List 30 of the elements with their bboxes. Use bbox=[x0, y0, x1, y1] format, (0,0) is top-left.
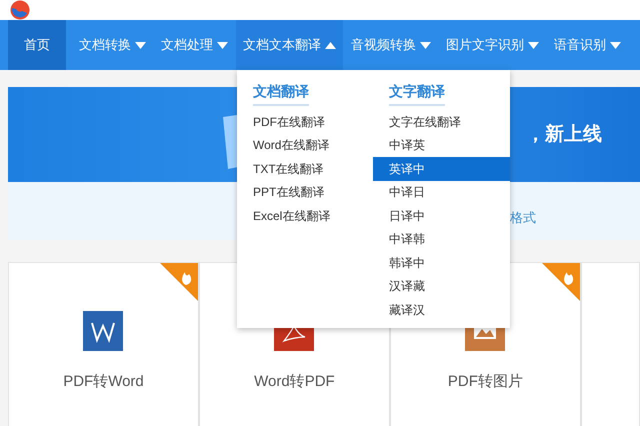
nav-tab[interactable]: 文档文本翻译 bbox=[236, 20, 343, 70]
nav-tab[interactable]: 首页 bbox=[8, 20, 66, 70]
nav-tab[interactable]: 文档转换 bbox=[72, 20, 153, 70]
menu-item[interactable]: PPT在线翻译 bbox=[253, 180, 373, 204]
menu-item[interactable]: 中译英 bbox=[373, 134, 510, 157]
card-title: PDF转图片 bbox=[448, 372, 523, 392]
tool-card[interactable]: PDF转Word bbox=[8, 262, 199, 426]
menu-item[interactable]: Excel在线翻译 bbox=[253, 204, 373, 228]
nav-tab[interactable]: 图片文字识别 bbox=[439, 20, 546, 70]
menu-item[interactable]: 中译日 bbox=[373, 180, 510, 204]
card-title: PDF转Word bbox=[63, 372, 144, 392]
card-title: Word转PDF bbox=[254, 372, 335, 392]
tool-card[interactable] bbox=[580, 262, 640, 426]
menu-item[interactable]: Word在线翻译 bbox=[253, 134, 373, 157]
word-icon bbox=[83, 311, 124, 351]
hot-badge-icon bbox=[160, 263, 198, 301]
menu-item[interactable]: 日译中 bbox=[373, 204, 510, 228]
nav-tab[interactable]: 音视频转换 bbox=[344, 20, 438, 70]
menu-heading: 文档翻译 bbox=[253, 81, 309, 106]
banner-text: ，新上线 bbox=[526, 122, 602, 147]
nav-tab[interactable]: 文档处理 bbox=[154, 20, 235, 70]
hot-badge-icon bbox=[542, 263, 580, 301]
menu-item[interactable]: 中译韩 bbox=[373, 228, 510, 251]
menu-item[interactable]: 英译中 bbox=[373, 157, 510, 180]
notice-text: 格式 bbox=[510, 209, 536, 227]
menu-item[interactable]: PDF在线翻译 bbox=[253, 110, 373, 134]
menu-heading: 文字翻译 bbox=[389, 81, 445, 106]
menu-item[interactable]: 文字在线翻译 bbox=[373, 110, 510, 134]
menu-item[interactable]: TXT在线翻译 bbox=[253, 157, 373, 180]
nav-tab[interactable]: 语音识别 bbox=[547, 20, 628, 70]
